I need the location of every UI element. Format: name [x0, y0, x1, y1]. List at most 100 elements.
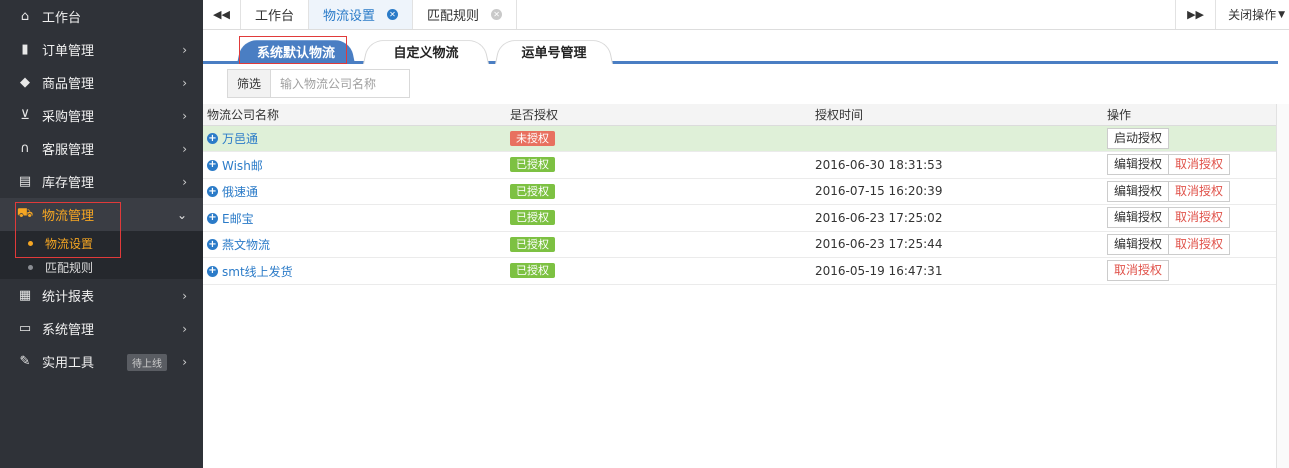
company-name: smt线上发货 — [222, 264, 293, 279]
company-name-link[interactable]: + 燕文物流 — [207, 236, 270, 253]
tab-label: 物流设置 — [323, 9, 376, 24]
cancel-auth-button[interactable]: 取消授权 — [1168, 233, 1231, 255]
cancel-auth-button[interactable]: 取消授权 — [1168, 180, 1231, 202]
company-name-link[interactable]: + smt线上发货 — [207, 263, 293, 280]
column-header: 物流公司名称 — [203, 104, 506, 126]
auth-time — [811, 125, 1103, 152]
cancel-auth-button[interactable]: 取消授权 — [1168, 207, 1231, 229]
company-name: 燕文物流 — [222, 238, 271, 252]
sidebar-subitem-label: 物流设置 — [45, 236, 94, 251]
sidebar-item-label: 采购管理 — [42, 110, 95, 125]
sidebar-item-purchasing[interactable]: ⊻ 采购管理 › — [0, 99, 203, 132]
close-icon[interactable]: ✕ — [491, 9, 503, 20]
subtab-default-logistics[interactable]: 系统默认物流 — [237, 38, 355, 64]
company-search-input[interactable] — [271, 70, 409, 97]
sidebar-item-label: 客服管理 — [42, 143, 95, 158]
table-row[interactable]: + Wish邮 已授权 2016-06-30 18:31:53 编辑授权 取消授权 — [203, 151, 1276, 179]
sidebar-item-label: 库存管理 — [42, 176, 95, 191]
monitor-icon: ▭ — [18, 321, 32, 336]
tab-logistics-settings[interactable]: 物流设置 ✕ — [309, 0, 414, 29]
status-badge: 已授权 — [510, 210, 555, 226]
chevron-right-icon: › — [182, 42, 187, 57]
sidebar-subitem-logistics-settings[interactable]: 物流设置 — [0, 231, 203, 255]
edit-auth-button[interactable]: 编辑授权 — [1107, 180, 1170, 202]
headphones-icon: ∩ — [20, 141, 30, 156]
sidebar-item-tools[interactable]: ✎ 实用工具 待上线 › — [0, 345, 203, 378]
sidebar-item-logistics[interactable]: ⛟ 物流管理 ⌄ — [0, 198, 203, 231]
status-badge: 已授权 — [510, 157, 555, 173]
expand-plus-icon: + — [207, 238, 218, 250]
sidebar-item-inventory[interactable]: ▤ 库存管理 › — [0, 165, 203, 198]
status-badge: 未授权 — [510, 130, 555, 146]
tab-label: 匹配规则 — [427, 9, 480, 24]
logistics-table: 物流公司名称 是否授权 授权时间 操作 + 万邑通 未授权 启动授权 + Wish邮… — [203, 104, 1276, 285]
column-header: 是否授权 — [506, 104, 811, 126]
edit-auth-button[interactable]: 编辑授权 — [1107, 233, 1170, 255]
sidebar-item-label: 实用工具 — [42, 356, 95, 371]
column-header: 操作 — [1103, 104, 1276, 126]
table-row[interactable]: + 燕文物流 已授权 2016-06-23 17:25:44 编辑授权 取消授权 — [203, 231, 1276, 258]
subtab-label: 运单号管理 — [521, 45, 587, 61]
storage-icon: ▤ — [18, 174, 32, 189]
filter-button[interactable]: 筛选 — [228, 70, 272, 97]
company-name: E邮宝 — [222, 211, 254, 226]
status-badge: 已授权 — [510, 263, 555, 279]
close-operations-dropdown[interactable]: 关闭操作 ▼ — [1215, 0, 1289, 29]
sidebar-item-reports[interactable]: ▦ 统计报表 › — [0, 279, 203, 312]
sidebar-item-label: 商品管理 — [42, 77, 95, 92]
chevron-right-icon: › — [182, 354, 187, 369]
company-name: 俄速通 — [222, 185, 259, 199]
company-name-link[interactable]: + Wish邮 — [207, 157, 263, 174]
vertical-scrollbar[interactable] — [1276, 104, 1289, 468]
logistics-subtabs: 系统默认物流 自定义物流 运单号管理 — [203, 30, 1278, 64]
sidebar-item-label: 统计报表 — [42, 290, 95, 305]
sidebar-item-label: 订单管理 — [42, 44, 95, 59]
edit-auth-button[interactable]: 编辑授权 — [1107, 207, 1170, 229]
home-icon: ⌂ — [20, 9, 30, 24]
sidebar: ⌂ 工作台 ▮ 订单管理 › ◆ 商品管理 › ⊻ 采购管理 › ∩ 客服管理 … — [0, 0, 203, 468]
filter-box: 筛选 — [227, 69, 410, 98]
chevron-down-icon: ⌄ — [176, 207, 187, 222]
scroll-tabs-left-button[interactable]: ◀◀ — [203, 0, 241, 29]
table-row[interactable]: + 万邑通 未授权 启动授权 — [203, 125, 1276, 152]
shield-icon: ◆ — [20, 75, 30, 90]
scroll-tabs-right-button[interactable]: ▶▶ — [1175, 0, 1215, 29]
tab-dashboard[interactable]: 工作台 — [241, 0, 310, 29]
company-name-link[interactable]: + 万邑通 — [207, 130, 258, 147]
sidebar-item-label: 系统管理 — [42, 323, 95, 338]
table-header-row: 物流公司名称 是否授权 授权时间 操作 — [203, 104, 1276, 126]
subtab-label: 自定义物流 — [393, 45, 459, 61]
status-badge: 已授权 — [510, 236, 555, 252]
close-operations-label: 关闭操作 — [1228, 8, 1277, 22]
coming-soon-badge: 待上线 — [127, 354, 167, 371]
company-name-link[interactable]: + 俄速通 — [207, 183, 258, 200]
chevron-right-icon: › — [182, 141, 187, 156]
table-row[interactable]: + smt线上发货 已授权 2016-05-19 16:47:31 取消授权 — [203, 257, 1276, 285]
edit-auth-button[interactable]: 编辑授权 — [1107, 154, 1170, 176]
chevron-right-icon: › — [182, 174, 187, 189]
main-content: 系统默认物流 自定义物流 运单号管理 筛选 物流公司名称 是否授权 授权时间 操… — [203, 30, 1289, 468]
table-row[interactable]: + E邮宝 已授权 2016-06-23 17:25:02 编辑授权 取消授权 — [203, 204, 1276, 232]
sidebar-item-orders[interactable]: ▮ 订单管理 › — [0, 33, 203, 66]
subtab-tracking-number[interactable]: 运单号管理 — [495, 38, 613, 64]
chevron-right-icon: › — [182, 108, 187, 123]
sidebar-item-customer-service[interactable]: ∩ 客服管理 › — [0, 132, 203, 165]
tab-match-rules[interactable]: 匹配规则 ✕ — [413, 0, 518, 29]
sidebar-item-label: 物流管理 — [42, 209, 95, 224]
cancel-auth-button[interactable]: 取消授权 — [1107, 260, 1170, 282]
sidebar-item-dashboard[interactable]: ⌂ 工作台 — [0, 0, 203, 33]
sidebar-subitem-match-rules[interactable]: 匹配规则 — [0, 255, 203, 279]
expand-plus-icon: + — [207, 185, 218, 197]
sidebar-item-products[interactable]: ◆ 商品管理 › — [0, 66, 203, 99]
cart-icon: ⊻ — [20, 108, 30, 123]
table-row[interactable]: + 俄速通 已授权 2016-07-15 16:20:39 编辑授权 取消授权 — [203, 178, 1276, 205]
company-name-link[interactable]: + E邮宝 — [207, 210, 254, 227]
subtab-custom-logistics[interactable]: 自定义物流 — [363, 38, 489, 64]
close-icon[interactable]: ✕ — [387, 9, 399, 20]
sidebar-item-system[interactable]: ▭ 系统管理 › — [0, 312, 203, 345]
expand-plus-icon: + — [207, 265, 218, 277]
auth-time: 2016-06-23 17:25:02 — [811, 204, 1103, 232]
start-auth-button[interactable]: 启动授权 — [1107, 127, 1170, 149]
double-chevron-left-icon: ◀◀ — [213, 8, 230, 21]
cancel-auth-button[interactable]: 取消授权 — [1168, 154, 1231, 176]
